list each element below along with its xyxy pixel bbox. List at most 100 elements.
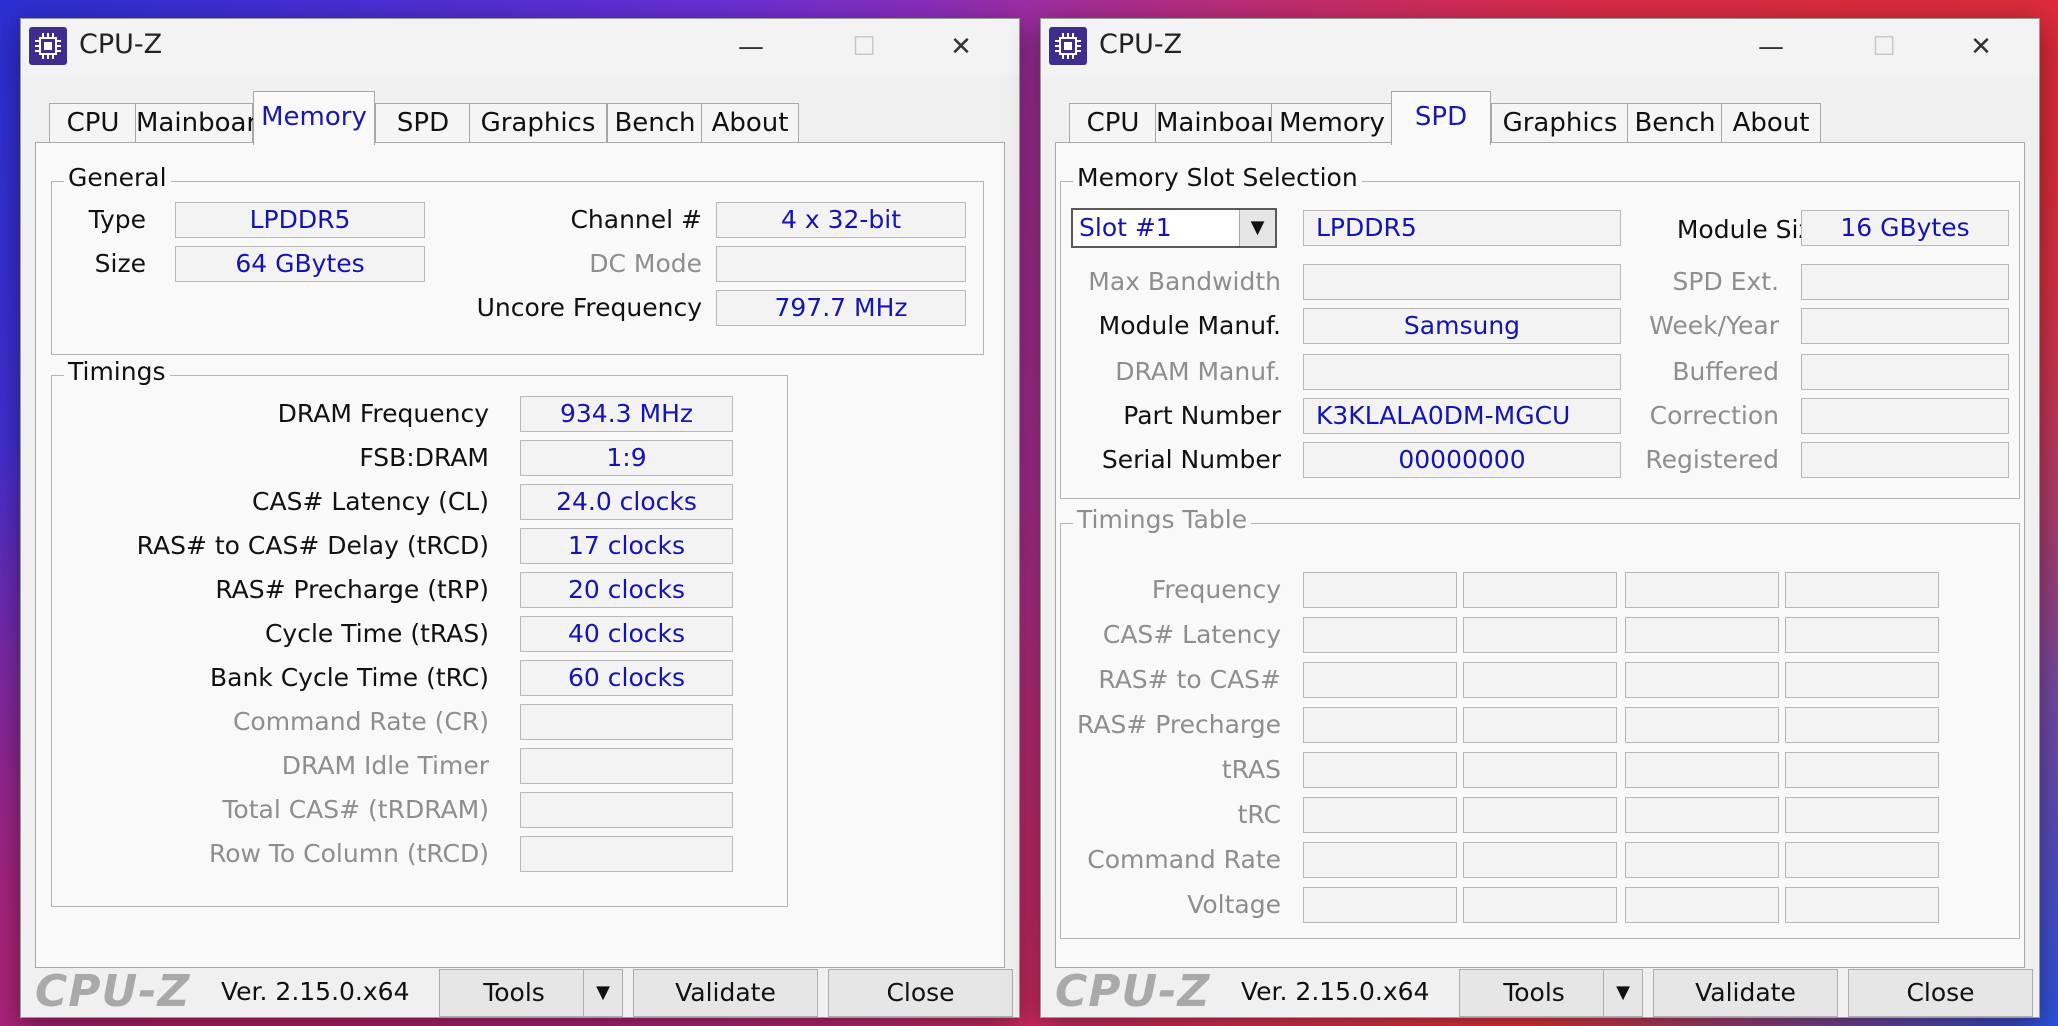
timings-table-cell [1303, 752, 1457, 788]
max-bandwidth-value [1303, 264, 1621, 300]
tab-memory[interactable]: Memory [1271, 103, 1393, 143]
tab-memory[interactable]: Memory [253, 91, 375, 145]
dc-mode-label: DC Mode [589, 249, 702, 278]
week-year-label: Week/Year [1649, 311, 1779, 340]
serial-number-label: Serial Number [1101, 445, 1281, 474]
timings-table-cell [1303, 572, 1457, 608]
timing-value [520, 704, 733, 740]
tab-cpu[interactable]: CPU [49, 103, 137, 143]
timing-value [520, 748, 733, 784]
tab-cpu[interactable]: CPU [1069, 103, 1157, 143]
slot-select[interactable]: Slot #1 ▼ [1071, 208, 1277, 248]
module-manuf-label: Module Manuf. [1098, 311, 1281, 340]
memory-slot-selection-group: Memory Slot Selection Slot #1 ▼ LPDDR5 M… [1060, 163, 2020, 499]
timings-table-cell [1303, 617, 1457, 653]
tab-mainboard[interactable]: Mainboard [1155, 103, 1293, 143]
timings-table-cell [1785, 887, 1939, 923]
bottom-bar: CPU-Z Ver. 2.15.0.x64 Tools ▼ Validate C… [21, 966, 1019, 1019]
timings-table-cell [1303, 842, 1457, 878]
dram-manuf-label: DRAM Manuf. [1115, 357, 1281, 386]
timings-table-cell [1303, 797, 1457, 833]
timings-table-cell [1785, 617, 1939, 653]
serial-number-value: 00000000 [1303, 442, 1621, 478]
timings-table-row-label: RAS# Precharge [1077, 710, 1281, 739]
maximize-button[interactable]: ☐ [1844, 19, 1924, 75]
tools-dropdown-button[interactable]: ▼ [583, 969, 623, 1017]
memory-type-value: LPDDR5 [1303, 210, 1621, 246]
title-bar[interactable]: CPU-Z — ☐ ✕ [1041, 19, 2039, 75]
version-label: Ver. 2.15.0.x64 [221, 977, 410, 1006]
slot-select-value: Slot #1 [1079, 213, 1172, 242]
timings-table-cell [1785, 572, 1939, 608]
close-button[interactable]: Close [1848, 969, 2033, 1017]
timings-table-cell [1785, 662, 1939, 698]
minimize-button[interactable]: — [711, 19, 791, 75]
tab-graphics[interactable]: Graphics [1491, 103, 1629, 143]
timing-label: CAS# Latency (CL) [252, 487, 489, 516]
timing-label: Total CAS# (tRDRAM) [222, 795, 489, 824]
tab-about[interactable]: About [1721, 103, 1821, 143]
timing-label: FSB:DRAM [359, 443, 489, 472]
timing-value: 1:9 [520, 440, 733, 476]
timing-value: 60 clocks [520, 660, 733, 696]
timing-value: 24.0 clocks [520, 484, 733, 520]
close-window-button[interactable]: ✕ [1941, 19, 2021, 75]
week-year-value [1801, 308, 2009, 344]
tools-button[interactable]: Tools [439, 969, 589, 1017]
timings-table-row-label: tRC [1237, 800, 1281, 829]
timings-table-cell [1303, 887, 1457, 923]
tab-bar: CPU Mainboard Memory SPD Graphics Bench … [1055, 91, 2025, 145]
tab-bench[interactable]: Bench [1627, 103, 1723, 143]
title-bar[interactable]: CPU-Z — ☐ ✕ [21, 19, 1019, 75]
chevron-down-icon[interactable]: ▼ [1239, 210, 1275, 246]
validate-button[interactable]: Validate [1653, 969, 1838, 1017]
tools-button[interactable]: Tools [1459, 969, 1609, 1017]
timings-table-cell [1463, 707, 1617, 743]
timings-group: Timings DRAM Frequency 934.3 MHz FSB:DRA… [51, 357, 788, 907]
version-label: Ver. 2.15.0.x64 [1241, 977, 1430, 1006]
uncore-frequency-label: Uncore Frequency [476, 293, 702, 322]
tab-about[interactable]: About [701, 103, 799, 143]
size-value: 64 GBytes [175, 246, 425, 282]
registered-value [1801, 442, 2009, 478]
dc-mode-value [716, 246, 966, 282]
part-number-label: Part Number [1123, 401, 1281, 430]
cpuz-logo: CPU-Z [35, 966, 191, 1017]
close-window-button[interactable]: ✕ [921, 19, 1001, 75]
timings-table-cell [1303, 662, 1457, 698]
minimize-button[interactable]: — [1731, 19, 1811, 75]
registered-label: Registered [1645, 445, 1779, 474]
timings-table-cell [1463, 617, 1617, 653]
tab-mainboard[interactable]: Mainboard [135, 103, 273, 143]
bottom-bar: CPU-Z Ver. 2.15.0.x64 Tools ▼ Validate C… [1041, 966, 2039, 1019]
correction-value [1801, 398, 2009, 434]
dram-manuf-value [1303, 354, 1621, 390]
timing-label: Command Rate (CR) [232, 707, 489, 736]
timings-table-cell [1463, 662, 1617, 698]
timings-table-cell [1785, 797, 1939, 833]
timings-table-cell [1785, 842, 1939, 878]
channel-label: Channel # [570, 205, 702, 234]
tools-dropdown-button[interactable]: ▼ [1603, 969, 1643, 1017]
tab-bench[interactable]: Bench [607, 103, 703, 143]
type-label: Type [88, 205, 146, 234]
tab-spd[interactable]: SPD [375, 103, 471, 143]
maximize-button[interactable]: ☐ [824, 19, 904, 75]
tab-graphics[interactable]: Graphics [469, 103, 607, 143]
cpuz-app-icon [1049, 27, 1087, 65]
timings-table-cell [1625, 842, 1779, 878]
timing-value: 20 clocks [520, 572, 733, 608]
type-value: LPDDR5 [175, 202, 425, 238]
uncore-frequency-value: 797.7 MHz [716, 290, 966, 326]
timing-label: Row To Column (tRCD) [208, 839, 489, 868]
memory-tab-panel: General Type LPDDR5 Size 64 GBytes Chann… [35, 142, 1005, 968]
tab-spd[interactable]: SPD [1391, 91, 1491, 145]
timings-table-cell [1625, 707, 1779, 743]
close-button[interactable]: Close [828, 969, 1013, 1017]
cpuz-app-icon [29, 27, 67, 65]
validate-button[interactable]: Validate [633, 969, 818, 1017]
timings-table-legend: Timings Table [1073, 505, 1252, 534]
timings-table-cell [1303, 707, 1457, 743]
correction-label: Correction [1649, 401, 1779, 430]
timing-label: Cycle Time (tRAS) [264, 619, 489, 648]
